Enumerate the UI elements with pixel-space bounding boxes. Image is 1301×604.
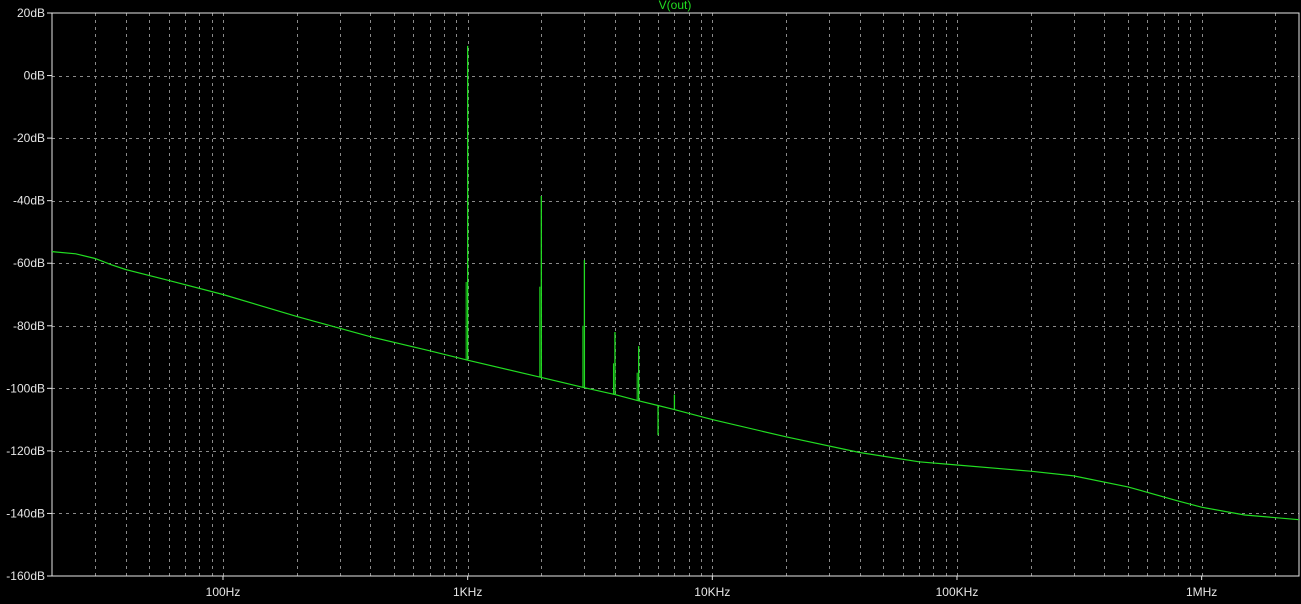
y-tick-label: -140dB: [6, 506, 45, 520]
y-tick-label: -120dB: [6, 444, 45, 458]
y-tick-label: -100dB: [6, 381, 45, 395]
y-tick-label: -40dB: [13, 194, 45, 208]
trace-title[interactable]: V(out): [659, 0, 692, 12]
x-tick-label: 100Hz: [206, 585, 241, 599]
y-tick-label: -80dB: [13, 319, 45, 333]
x-axis-ticks: 100Hz 1KHz 10KHz 100KHz 1MHz: [206, 576, 1217, 599]
plot-canvas: 100Hz 1KHz 10KHz 100KHz 1MHz 20dB 0dB -20dB -40…: [6, 0, 1300, 599]
y-tick-label: -20dB: [13, 131, 45, 145]
x-tick-label: 1MHz: [1186, 585, 1217, 599]
x-tick-label: 100KHz: [936, 585, 979, 599]
y-tick-label: -60dB: [13, 256, 45, 270]
plot-frame: [51, 12, 1300, 577]
series-line-noise-floor: [51, 251, 1300, 521]
x-tick-label: 10KHz: [694, 585, 730, 599]
grid-lines: [52, 13, 1299, 576]
y-tick-label: 20dB: [17, 6, 45, 20]
y-tick-label: 0dB: [24, 69, 45, 83]
series-layer: [51, 45, 1300, 521]
y-tick-label: -160dB: [6, 569, 45, 583]
x-tick-label: 1KHz: [453, 585, 482, 599]
y-axis-ticks: 20dB 0dB -20dB -40dB -60dB -80dB -100dB -120dB -…: [6, 6, 52, 583]
